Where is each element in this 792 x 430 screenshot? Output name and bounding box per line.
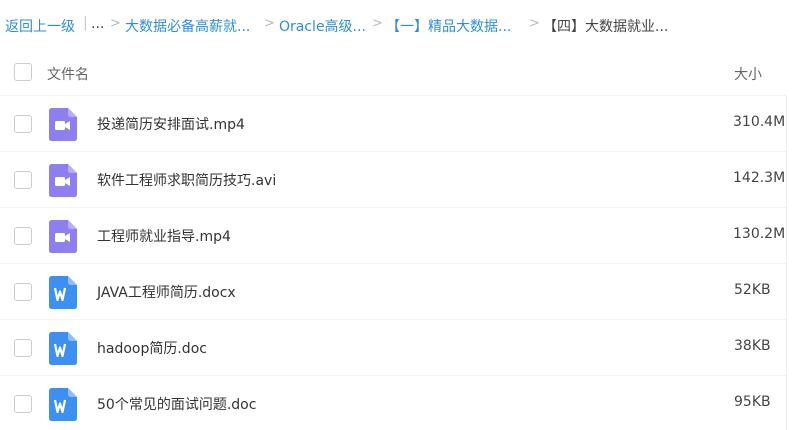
file-name[interactable]: hadoop简历.doc [97,338,207,358]
video-file-icon [49,108,77,141]
file-row[interactable]: 投递简历安排面试.mp4 310.4M [0,96,786,152]
file-size: 142.3M [733,170,786,186]
breadcrumb-separator-icon: > [264,16,275,31]
file-size: 310.4M [733,114,786,130]
breadcrumb: 返回上一级 | ... > 大数据必备高薪就... > Oracle高级... … [0,0,792,50]
file-row[interactable]: 软件工程师求职简历技巧.avi 142.3M [0,152,786,208]
file-row[interactable]: JAVA工程师简历.docx 52KB [0,264,786,320]
list-right-border [786,96,787,430]
row-checkbox[interactable] [14,283,32,301]
word-doc-icon [49,276,77,309]
file-size: 95KB [734,394,771,410]
file-list-header: 文件名 大小 [0,50,786,96]
breadcrumb-item-oracle[interactable]: Oracle高级... [279,16,366,36]
file-row[interactable]: 工程师就业指导.mp4 130.2M [0,208,786,264]
file-name[interactable]: 工程师就业指导.mp4 [97,226,231,246]
file-name[interactable]: JAVA工程师简历.docx [97,282,236,302]
row-checkbox[interactable] [14,339,32,357]
row-checkbox[interactable] [14,115,32,133]
column-header-name[interactable]: 文件名 [47,64,89,84]
video-file-icon [49,220,77,253]
breadcrumb-current: 【四】大数据就业... [543,19,669,35]
file-row[interactable]: hadoop简历.doc 38KB [0,320,786,376]
file-row[interactable]: 50个常见的面试问题.doc 95KB [0,376,786,430]
file-name[interactable]: 50个常见的面试问题.doc [97,394,256,414]
row-checkbox[interactable] [14,227,32,245]
file-size: 130.2M [733,226,786,242]
breadcrumb-ellipsis[interactable]: ... [91,16,104,32]
breadcrumb-item-bigdata[interactable]: 大数据必备高薪就... [125,16,250,36]
breadcrumb-divider: | [83,15,88,31]
breadcrumb-separator-icon: > [529,16,540,31]
video-file-icon [49,164,77,197]
row-checkbox[interactable] [14,171,32,189]
breadcrumb-item-premium[interactable]: 【一】精品大数据... [386,16,511,36]
file-name[interactable]: 软件工程师求职简历技巧.avi [97,170,276,190]
breadcrumb-separator-icon: > [372,16,383,31]
back-link[interactable]: 返回上一级 [5,16,75,36]
word-doc-icon [49,332,77,365]
file-name[interactable]: 投递简历安排面试.mp4 [97,114,245,134]
breadcrumb-separator-icon: > [110,16,121,31]
file-size: 52KB [734,282,771,298]
file-size: 38KB [734,338,771,354]
select-all-checkbox[interactable] [14,63,32,81]
column-header-size[interactable]: 大小 [734,64,762,84]
row-checkbox[interactable] [14,395,32,413]
word-doc-icon [49,388,77,421]
